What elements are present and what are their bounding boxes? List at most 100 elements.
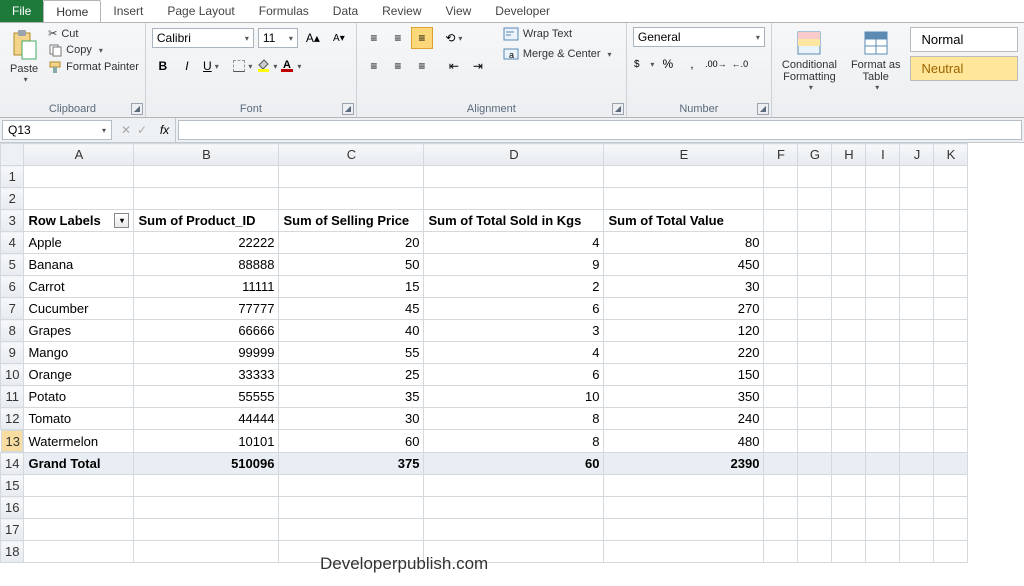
orientation-button[interactable]: ⟲▾: [443, 27, 465, 49]
cell-I7[interactable]: [866, 298, 900, 320]
copy-button[interactable]: Copy ▾: [48, 43, 139, 57]
cell-D4[interactable]: 4: [424, 232, 604, 254]
cell-G17[interactable]: [798, 519, 832, 541]
accounting-format-button[interactable]: $▾: [633, 53, 655, 75]
cell-C3[interactable]: Sum of Selling Price: [279, 210, 424, 232]
cell-E16[interactable]: [604, 497, 764, 519]
cell-H11[interactable]: [832, 386, 866, 408]
row-header-9[interactable]: 9: [1, 342, 24, 364]
conditional-formatting-button[interactable]: Conditional Formatting ▾: [778, 27, 841, 94]
cell-E2[interactable]: [604, 188, 764, 210]
cell-B3[interactable]: Sum of Product_ID: [134, 210, 279, 232]
cell-K11[interactable]: [934, 386, 968, 408]
cell-F8[interactable]: [764, 320, 798, 342]
cell-F15[interactable]: [764, 475, 798, 497]
cell-J6[interactable]: [900, 276, 934, 298]
fx-icon[interactable]: fx: [154, 118, 176, 142]
alignment-dialog-launcher[interactable]: ◢: [612, 103, 624, 115]
cell-B7[interactable]: 77777: [134, 298, 279, 320]
cell-K16[interactable]: [934, 497, 968, 519]
cell-A10[interactable]: Orange: [24, 364, 134, 386]
cell-A6[interactable]: Carrot: [24, 276, 134, 298]
filter-icon[interactable]: ▾: [114, 213, 129, 228]
cell-H6[interactable]: [832, 276, 866, 298]
cell-B4[interactable]: 22222: [134, 232, 279, 254]
cell-F11[interactable]: [764, 386, 798, 408]
cell-A13[interactable]: Watermelon: [24, 430, 134, 453]
cell-K10[interactable]: [934, 364, 968, 386]
cell-G18[interactable]: [798, 541, 832, 563]
cell-K1[interactable]: [934, 166, 968, 188]
cell-I18[interactable]: [866, 541, 900, 563]
cell-G15[interactable]: [798, 475, 832, 497]
cell-D9[interactable]: 4: [424, 342, 604, 364]
cell-J17[interactable]: [900, 519, 934, 541]
cell-K12[interactable]: [934, 408, 968, 430]
cell-D14[interactable]: 60: [424, 453, 604, 475]
cell-B15[interactable]: [134, 475, 279, 497]
cell-E17[interactable]: [604, 519, 764, 541]
tab-developer[interactable]: Developer: [483, 0, 562, 22]
decrease-decimal-button[interactable]: ←.0: [729, 53, 751, 75]
cell-F3[interactable]: [764, 210, 798, 232]
row-header-4[interactable]: 4: [1, 232, 24, 254]
cell-A15[interactable]: [24, 475, 134, 497]
font-dialog-launcher[interactable]: ◢: [342, 103, 354, 115]
row-header-16[interactable]: 16: [1, 497, 24, 519]
cell-D7[interactable]: 6: [424, 298, 604, 320]
cell-G5[interactable]: [798, 254, 832, 276]
fill-color-button[interactable]: ▾: [256, 55, 278, 77]
cell-K2[interactable]: [934, 188, 968, 210]
row-header-6[interactable]: 6: [1, 276, 24, 298]
format-as-table-button[interactable]: Format as Table ▾: [847, 27, 905, 94]
cell-J12[interactable]: [900, 408, 934, 430]
cell-J16[interactable]: [900, 497, 934, 519]
cell-A4[interactable]: Apple: [24, 232, 134, 254]
column-header-J[interactable]: J: [900, 144, 934, 166]
cut-button[interactable]: ✂ Cut: [48, 27, 139, 40]
cell-B2[interactable]: [134, 188, 279, 210]
row-header-17[interactable]: 17: [1, 519, 24, 541]
cell-F13[interactable]: [764, 430, 798, 453]
cell-J2[interactable]: [900, 188, 934, 210]
cell-F7[interactable]: [764, 298, 798, 320]
tab-home[interactable]: Home: [43, 0, 101, 22]
wrap-text-button[interactable]: Wrap Text: [503, 27, 612, 41]
cell-E3[interactable]: Sum of Total Value: [604, 210, 764, 232]
cell-A2[interactable]: [24, 188, 134, 210]
cell-E10[interactable]: 150: [604, 364, 764, 386]
row-header-5[interactable]: 5: [1, 254, 24, 276]
align-bottom-button[interactable]: ≡: [411, 27, 433, 49]
tab-insert[interactable]: Insert: [101, 0, 155, 22]
cell-B16[interactable]: [134, 497, 279, 519]
cell-K3[interactable]: [934, 210, 968, 232]
cell-D17[interactable]: [424, 519, 604, 541]
cell-C14[interactable]: 375: [279, 453, 424, 475]
format-painter-button[interactable]: Format Painter: [48, 60, 139, 74]
cell-E4[interactable]: 80: [604, 232, 764, 254]
cell-C4[interactable]: 20: [279, 232, 424, 254]
cell-J7[interactable]: [900, 298, 934, 320]
paste-button[interactable]: Paste ▾: [6, 27, 42, 86]
column-header-D[interactable]: D: [424, 144, 604, 166]
cell-F6[interactable]: [764, 276, 798, 298]
formula-input[interactable]: [178, 120, 1022, 140]
cell-C11[interactable]: 35: [279, 386, 424, 408]
cell-F12[interactable]: [764, 408, 798, 430]
cell-G14[interactable]: [798, 453, 832, 475]
column-header-E[interactable]: E: [604, 144, 764, 166]
cell-I5[interactable]: [866, 254, 900, 276]
cell-H18[interactable]: [832, 541, 866, 563]
cell-D13[interactable]: 8: [424, 430, 604, 453]
cell-J9[interactable]: [900, 342, 934, 364]
cell-D16[interactable]: [424, 497, 604, 519]
cell-E5[interactable]: 450: [604, 254, 764, 276]
cell-A14[interactable]: Grand Total: [24, 453, 134, 475]
bold-button[interactable]: B: [152, 55, 174, 77]
number-dialog-launcher[interactable]: ◢: [757, 103, 769, 115]
comma-format-button[interactable]: ,: [681, 53, 703, 75]
cell-I11[interactable]: [866, 386, 900, 408]
borders-button[interactable]: ▾: [232, 55, 254, 77]
cell-C10[interactable]: 25: [279, 364, 424, 386]
cell-B12[interactable]: 44444: [134, 408, 279, 430]
